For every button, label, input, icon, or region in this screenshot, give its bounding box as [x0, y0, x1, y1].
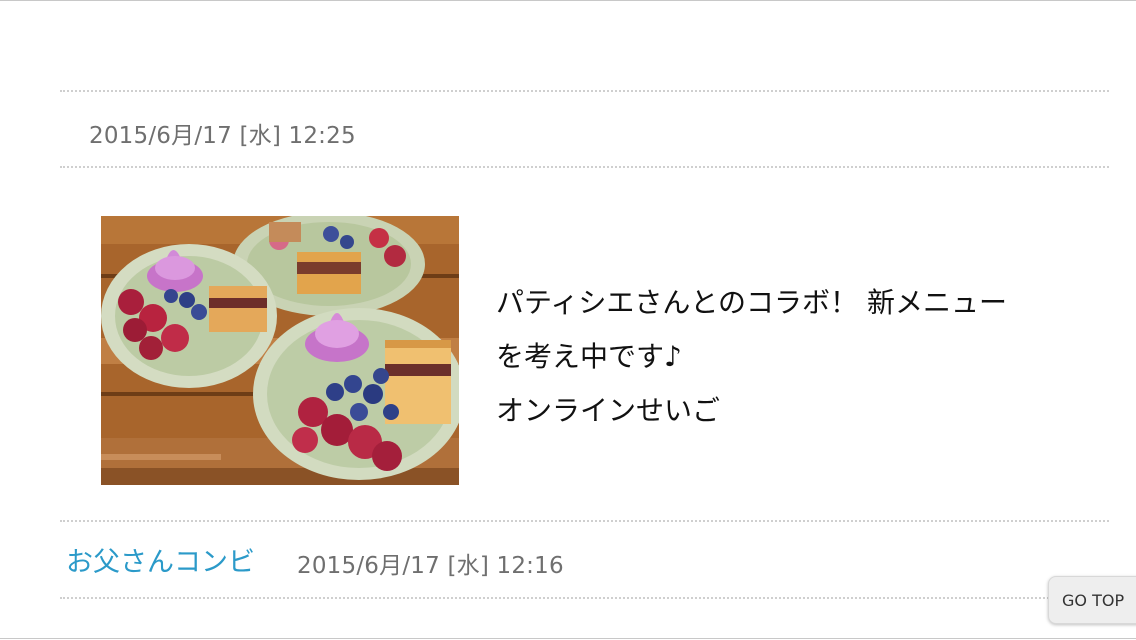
divider	[60, 90, 1109, 92]
divider	[60, 166, 1109, 168]
post-body-line: オンラインせいご	[496, 394, 721, 427]
dessert-photo[interactable]	[101, 216, 459, 485]
post-title-link[interactable]: お父さんコンビ	[66, 540, 255, 579]
divider	[60, 520, 1109, 522]
bottom-border	[0, 638, 1136, 639]
go-top-button[interactable]: GO TOP	[1048, 576, 1136, 624]
post-body-text: パティシエさんとのコラボ！ 新メニュー を考え中です♪ オンラインせいご	[496, 276, 1096, 438]
post-body-line: パティシエさんとのコラボ！ 新メニュー	[496, 286, 1007, 319]
post-body-line: を考え中です♪	[496, 340, 682, 373]
post-date: 2015/6月/17 [水] 12:25	[89, 123, 356, 149]
divider	[60, 597, 1109, 599]
top-border	[0, 0, 1136, 1]
post-date: 2015/6月/17 [水] 12:16	[297, 553, 564, 579]
